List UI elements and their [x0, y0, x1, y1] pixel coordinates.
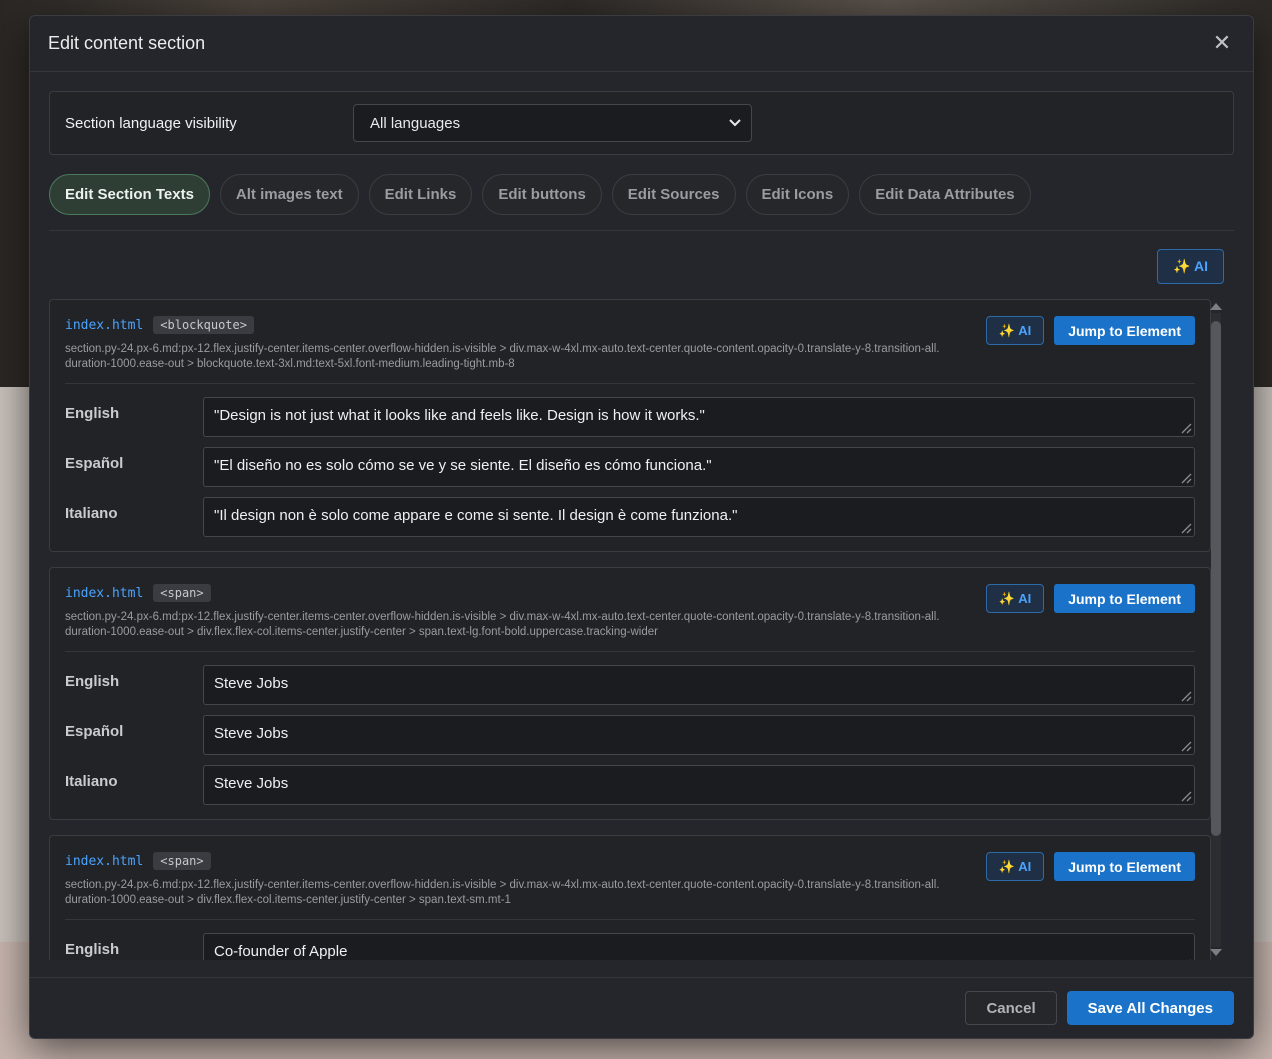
- modal-footer: Cancel Save All Changes: [30, 977, 1253, 1038]
- scrollbar[interactable]: [1208, 299, 1222, 960]
- scroll-down-arrow-icon[interactable]: [1210, 949, 1222, 956]
- close-button[interactable]: ✕: [1209, 31, 1235, 57]
- field-row-english: English Steve Jobs: [65, 665, 1195, 705]
- cards-scroll-area[interactable]: index.html <blockquote> section.py-24.px…: [49, 299, 1234, 960]
- tab-bar: Edit Section Texts Alt images text Edit …: [49, 174, 1234, 231]
- card-ai-button[interactable]: ✨ AI: [985, 852, 1045, 881]
- jump-to-element-button[interactable]: Jump to Element: [1054, 852, 1195, 881]
- scrollbar-thumb[interactable]: [1211, 321, 1221, 836]
- text-field[interactable]: "Design is not just what it looks like a…: [203, 397, 1195, 437]
- field-row-espanol: Español Steve Jobs: [65, 715, 1195, 755]
- card-ai-button[interactable]: ✨ AI: [985, 584, 1045, 613]
- file-name: index.html: [65, 317, 144, 333]
- language-visibility-select[interactable]: All languages: [353, 104, 752, 142]
- modal-title: Edit content section: [48, 33, 206, 53]
- tab-edit-data-attributes[interactable]: Edit Data Attributes: [859, 174, 1031, 215]
- language-visibility-value: All languages: [370, 114, 461, 132]
- text-field[interactable]: Steve Jobs: [203, 665, 1195, 705]
- resize-handle-icon[interactable]: [1178, 956, 1192, 960]
- tab-edit-section-texts[interactable]: Edit Section Texts: [49, 174, 210, 215]
- resize-handle-icon[interactable]: [1178, 788, 1192, 802]
- element-selector: section.py-24.px-6.md:px-12.flex.justify…: [65, 611, 940, 638]
- resize-handle-icon[interactable]: [1178, 470, 1192, 484]
- modal-body: Section language visibility All language…: [30, 72, 1253, 960]
- field-label: Italiano: [65, 773, 118, 790]
- cards-list: index.html <blockquote> section.py-24.px…: [49, 299, 1211, 960]
- text-card: index.html <span> section.py-24.px-6.md:…: [49, 567, 1211, 820]
- field-label: English: [65, 405, 120, 422]
- field-label: Italiano: [65, 505, 118, 522]
- resize-handle-icon[interactable]: [1178, 520, 1192, 534]
- field-label: Español: [65, 723, 124, 740]
- text-field[interactable]: "Il design non è solo come appare e come…: [203, 497, 1195, 537]
- field-row-english: English "Design is not just what it look…: [65, 397, 1195, 437]
- global-ai-row: ✨ AI: [49, 249, 1234, 284]
- language-visibility-panel: Section language visibility All language…: [49, 91, 1234, 155]
- card-ai-button[interactable]: ✨ AI: [985, 316, 1045, 345]
- element-selector: section.py-24.px-6.md:px-12.flex.justify…: [65, 343, 940, 370]
- language-visibility-label: Section language visibility: [65, 114, 237, 132]
- text-field[interactable]: Steve Jobs: [203, 715, 1195, 755]
- resize-handle-icon[interactable]: [1178, 688, 1192, 702]
- modal-header: Edit content section ✕: [30, 16, 1253, 72]
- text-card: index.html <blockquote> section.py-24.px…: [49, 299, 1211, 552]
- edit-content-modal: Edit content section ✕ Section language …: [29, 15, 1254, 1039]
- element-selector: section.py-24.px-6.md:px-12.flex.justify…: [65, 879, 940, 906]
- field-row-english: English Co-founder of Apple: [65, 933, 1195, 960]
- file-name: index.html: [65, 853, 144, 869]
- resize-handle-icon[interactable]: [1178, 420, 1192, 434]
- tab-edit-buttons[interactable]: Edit buttons: [482, 174, 602, 215]
- jump-to-element-button[interactable]: Jump to Element: [1054, 584, 1195, 613]
- text-field[interactable]: Steve Jobs: [203, 765, 1195, 805]
- field-row-italiano: Italiano "Il design non è solo come appa…: [65, 497, 1195, 537]
- jump-to-element-button[interactable]: Jump to Element: [1054, 316, 1195, 345]
- tab-edit-sources[interactable]: Edit Sources: [611, 174, 736, 215]
- tab-alt-images-text[interactable]: Alt images text: [219, 174, 359, 215]
- field-row-italiano: Italiano Steve Jobs: [65, 765, 1195, 805]
- field-row-espanol: Español "El diseño no es solo cómo se ve…: [65, 447, 1195, 487]
- tab-edit-icons[interactable]: Edit Icons: [745, 174, 850, 215]
- text-card: index.html <span> section.py-24.px-6.md:…: [49, 835, 1211, 960]
- text-field[interactable]: "El diseño no es solo cómo se ve y se si…: [203, 447, 1195, 487]
- global-ai-button[interactable]: ✨ AI: [1157, 249, 1224, 284]
- save-all-changes-button[interactable]: Save All Changes: [1066, 991, 1234, 1025]
- tab-edit-links[interactable]: Edit Links: [368, 174, 473, 215]
- resize-handle-icon[interactable]: [1178, 738, 1192, 752]
- cancel-button[interactable]: Cancel: [965, 991, 1057, 1025]
- tag-badge: <span>: [153, 584, 211, 602]
- close-icon: ✕: [1212, 31, 1232, 56]
- field-label: English: [65, 941, 120, 958]
- file-name: index.html: [65, 585, 144, 601]
- field-label: English: [65, 673, 120, 690]
- scroll-up-arrow-icon[interactable]: [1210, 303, 1222, 310]
- tag-badge: <span>: [153, 852, 211, 870]
- chevron-down-icon: [729, 119, 741, 127]
- field-label: Español: [65, 455, 124, 472]
- tag-badge: <blockquote>: [153, 316, 254, 334]
- text-field[interactable]: Co-founder of Apple: [203, 933, 1195, 960]
